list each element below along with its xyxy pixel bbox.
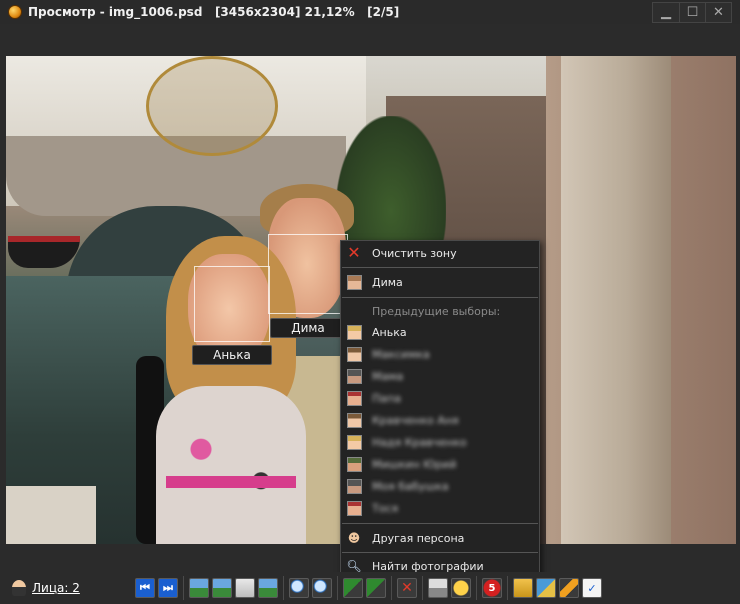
folder-icon[interactable] — [513, 578, 533, 598]
faces-icon — [12, 580, 26, 596]
person-avatar-icon — [346, 500, 362, 516]
person-avatar-icon — [346, 390, 362, 406]
menu-separator — [342, 267, 538, 268]
close-icon[interactable]: ✕ — [705, 3, 731, 22]
menu-item-previous[interactable]: Тося — [341, 497, 539, 519]
photo-step — [6, 486, 96, 544]
previous-image-button[interactable]: ⏮ — [135, 578, 155, 598]
person-avatar-icon — [346, 434, 362, 450]
image-view-icon[interactable] — [189, 578, 209, 598]
face-zone-dima[interactable] — [268, 234, 348, 314]
person-avatar-icon — [346, 274, 362, 290]
person-avatar-icon — [346, 368, 362, 384]
menu-header-previous: Предыдущие выборы: — [372, 304, 501, 318]
tools-icon[interactable] — [559, 578, 579, 598]
photo-ornament — [146, 56, 278, 156]
slideshow-icon[interactable] — [258, 578, 278, 598]
photo-woman-body — [156, 386, 306, 544]
face-zone-anka[interactable] — [194, 266, 270, 342]
menu-item-previous[interactable]: Мишкин Юрий — [341, 453, 539, 475]
rotate-right-icon[interactable] — [366, 578, 386, 598]
next-image-button[interactable]: ⏭ — [158, 578, 178, 598]
checklist-icon[interactable]: ✓ — [582, 578, 602, 598]
faces-count-link[interactable]: Лица: 2 — [32, 581, 80, 595]
person-icon: ☻ — [347, 531, 361, 545]
app-icon — [8, 5, 22, 19]
menu-separator — [342, 523, 538, 524]
menu-item-previous[interactable]: Мама — [341, 365, 539, 387]
window-controls: ▁ ☐ ✕ — [652, 2, 732, 23]
menu-item-previous[interactable]: Папа — [341, 387, 539, 409]
toolbar-separator — [337, 576, 338, 600]
document-icon[interactable] — [235, 578, 255, 598]
delete-icon: ✕ — [347, 243, 361, 262]
toolbar-separator — [422, 576, 423, 600]
toolbar-separator — [183, 576, 184, 600]
bottom-toolbar: Лица: 2 ⏮ ⏭ ✕ 5 ✓ — [0, 572, 740, 604]
person-avatar-icon — [346, 346, 362, 362]
menu-item-previous[interactable]: Анька — [341, 321, 539, 343]
menu-item-current-person[interactable]: Дима — [341, 271, 539, 293]
face-label-dima[interactable]: Дима — [270, 318, 346, 338]
print-icon[interactable] — [428, 578, 448, 598]
person-avatar-icon — [346, 412, 362, 428]
map-icon[interactable] — [536, 578, 556, 598]
toolbar-separator — [283, 576, 284, 600]
toolbar-separator — [507, 576, 508, 600]
delete-icon[interactable]: ✕ — [397, 578, 417, 598]
title-bar: Просмотр - img_1006.psd [3456x2304] 21,1… — [0, 0, 740, 24]
image-edit-icon[interactable] — [212, 578, 232, 598]
rating-badge-icon[interactable]: 5 — [482, 578, 502, 598]
minimize-icon[interactable]: ▁ — [653, 3, 679, 22]
maximize-icon[interactable]: ☐ — [679, 3, 705, 22]
photo-pillar — [561, 56, 671, 544]
toolbar-separator — [476, 576, 477, 600]
menu-item-previous[interactable]: Кравченко Аня — [341, 409, 539, 431]
person-avatar-icon — [346, 456, 362, 472]
toolbar-separator — [391, 576, 392, 600]
menu-item-previous[interactable]: Максимка — [341, 343, 539, 365]
photo-boat — [8, 236, 80, 268]
rotate-left-icon[interactable] — [343, 578, 363, 598]
menu-item-previous[interactable]: Надя Кравченко — [341, 431, 539, 453]
menu-item-other-person[interactable]: ☻ Другая персона — [341, 527, 539, 549]
photo-woman-belt — [166, 476, 296, 488]
zoom-in-icon[interactable] — [312, 578, 332, 598]
person-avatar-icon — [346, 324, 362, 340]
faces-detect-icon[interactable] — [451, 578, 471, 598]
person-avatar-icon — [346, 478, 362, 494]
face-label-anka[interactable]: Анька — [192, 345, 272, 365]
menu-item-clear-zone[interactable]: ✕ Очистить зону — [341, 242, 539, 264]
context-menu: ✕ Очистить зону Дима Предыдущие выборы: … — [340, 240, 540, 578]
window-title: Просмотр - img_1006.psd [3456x2304] 21,1… — [28, 5, 400, 19]
zoom-out-icon[interactable] — [289, 578, 309, 598]
menu-separator — [342, 552, 538, 553]
menu-item-previous[interactable]: Моя бабушка — [341, 475, 539, 497]
menu-separator — [342, 297, 538, 298]
